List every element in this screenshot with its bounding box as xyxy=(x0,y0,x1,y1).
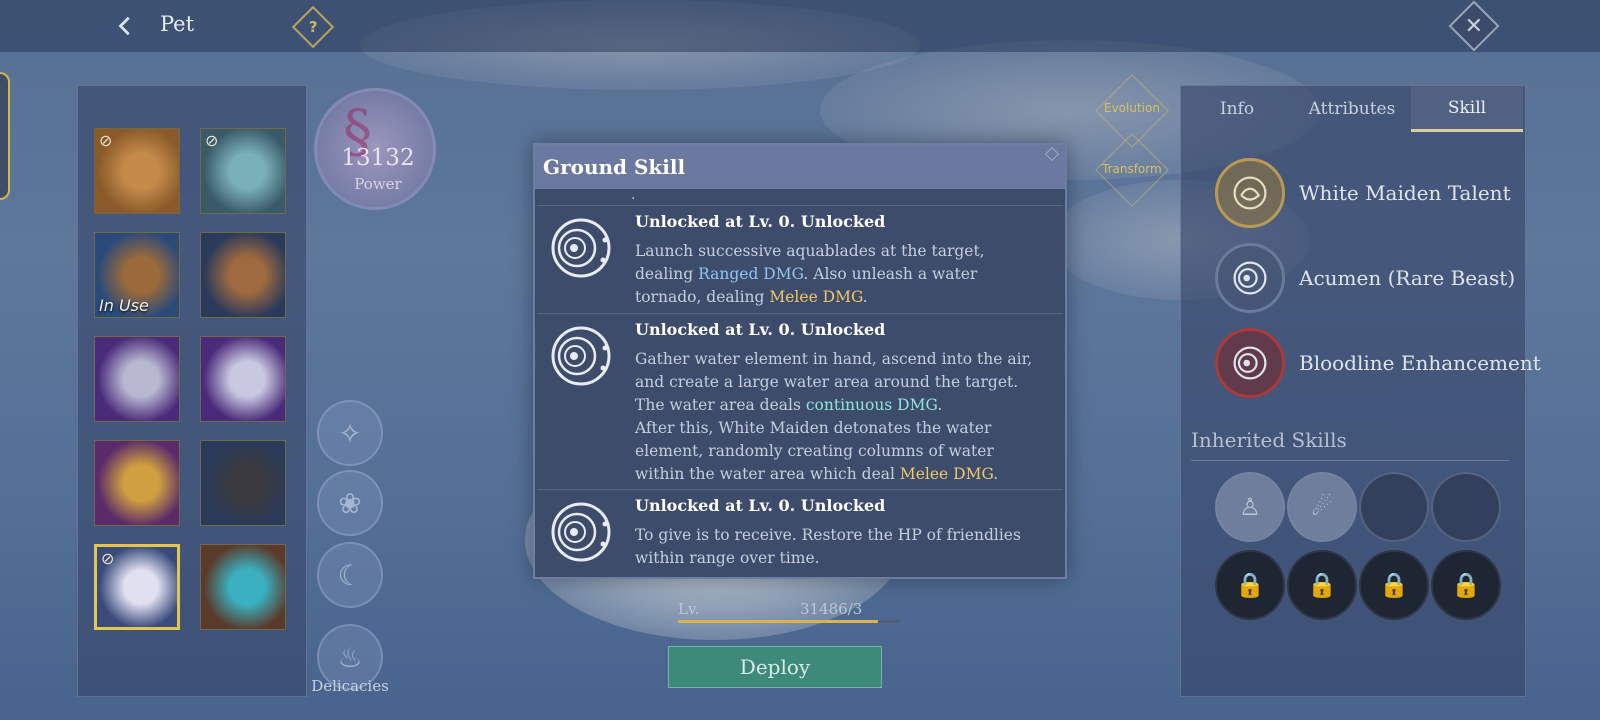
lock-icon[interactable]: 🔒 xyxy=(1359,550,1429,620)
back-button[interactable] xyxy=(110,10,142,42)
lock-icon[interactable]: 🔒 xyxy=(1287,550,1357,620)
skill-description: Gather water element in hand, ascend int… xyxy=(635,348,1047,486)
power-label: Power xyxy=(354,175,402,193)
power-emblem: § 13132 Power xyxy=(314,88,436,210)
pet-slot-horse[interactable]: In Use xyxy=(94,232,180,318)
page-title: Pet xyxy=(160,12,195,36)
pet-slot-water-dragon[interactable] xyxy=(200,544,286,630)
level-bar xyxy=(678,620,900,623)
pet-slot-ghost-fish[interactable] xyxy=(200,336,286,422)
lion-head-icon xyxy=(1215,158,1285,228)
skill-entry: Unlocked at Lv. 0. Unlocked Launch succes… xyxy=(537,205,1063,313)
help-button[interactable]: ? xyxy=(291,5,335,49)
pet-slot-lion[interactable]: ⊘ xyxy=(94,128,180,214)
damage-keyword: continuous DMG xyxy=(805,396,938,414)
damage-keyword: Melee DMG xyxy=(899,465,994,483)
lock-icon: ⊘ xyxy=(101,549,115,568)
pet-slot-white-maiden[interactable]: ⊘ xyxy=(94,544,180,630)
tab-info[interactable]: Info xyxy=(1181,86,1293,132)
pet-slot-white-wolf[interactable] xyxy=(94,336,180,422)
lock-icon[interactable]: 🔒 xyxy=(1431,550,1501,620)
pet-portrait xyxy=(201,545,285,629)
lock-icon[interactable]: 🔒 xyxy=(1215,550,1285,620)
damage-keyword: Ranged DMG xyxy=(698,265,804,283)
pet-portrait xyxy=(95,441,179,525)
tab-skill[interactable]: Skill xyxy=(1411,86,1523,132)
crescent-moon-icon xyxy=(551,326,611,386)
transform-label: Transform xyxy=(1102,162,1162,176)
wolf-skill-icon[interactable]: ❀ xyxy=(317,470,383,536)
claw-swirl-icon[interactable]: ☄ xyxy=(1287,472,1357,542)
pet-portrait xyxy=(201,337,285,421)
modal-title: Ground Skill xyxy=(543,155,686,179)
skill-unlock-status: Unlocked at Lv. 0. Unlocked xyxy=(635,320,886,339)
fox-skill-icon[interactable]: ✧ xyxy=(317,400,383,466)
skill-unlock-status: Unlocked at Lv. 0. Unlocked xyxy=(635,496,886,515)
modal-header: Ground Skill xyxy=(535,145,1065,189)
skill-description: Launch successive aquablades at the targ… xyxy=(635,240,1047,309)
pet-slot-sea-dragon[interactable]: ⊘ xyxy=(200,128,286,214)
deploy-button[interactable]: Deploy xyxy=(668,646,882,688)
crescent-moon-icon xyxy=(1215,328,1285,398)
crescent-moon-icon xyxy=(1215,243,1285,313)
in-use-label: In Use xyxy=(99,296,149,315)
tab-attributes[interactable]: Attributes xyxy=(1293,86,1411,132)
power-value: 13132 xyxy=(341,145,415,171)
description-text: . xyxy=(937,396,943,414)
skill-description: To give is to receive. Restore the HP of… xyxy=(635,524,1047,570)
description-text: . xyxy=(993,465,999,483)
pet-slot-golden-dragon[interactable] xyxy=(94,440,180,526)
damage-keyword: Melee DMG xyxy=(769,288,863,306)
pet-slot-rock-beast[interactable] xyxy=(200,232,286,318)
chevron-left-icon xyxy=(118,16,130,36)
level-bar-fill xyxy=(678,620,878,623)
talent-label: White Maiden Talent xyxy=(1299,181,1511,205)
description-text: To give is to receive. Restore the HP of… xyxy=(635,526,1021,567)
talent-row[interactable]: Acumen (Rare Beast) xyxy=(1215,243,1515,313)
lock-icon: ⊘ xyxy=(99,131,113,150)
close-button[interactable]: ✕ xyxy=(1448,0,1500,52)
divider xyxy=(1191,460,1509,461)
crescent-moon-icon xyxy=(551,218,611,278)
crescent-moon-icon xyxy=(551,502,611,562)
close-icon: ✕ xyxy=(1464,13,1484,39)
level-text: Lv. xyxy=(678,600,700,618)
lock-icon: ⊘ xyxy=(205,131,219,150)
description-text: . xyxy=(862,288,868,306)
pet-portrait xyxy=(201,441,285,525)
delicacies-label: Delicacies xyxy=(311,677,389,695)
corner-ornament-icon xyxy=(1044,146,1060,162)
talent-label: Bloodline Enhancement xyxy=(1299,351,1541,375)
pet-portrait xyxy=(201,233,285,317)
question-icon: ? xyxy=(308,17,318,36)
pet-slot-black-wolf[interactable] xyxy=(200,440,286,526)
fish-skill-icon[interactable]: ☾ xyxy=(317,542,383,608)
level-row: Lv. 31486/3 xyxy=(640,598,900,624)
ground-skill-modal: Ground Skill . Unlocked at Lv. 0. Unlock… xyxy=(533,143,1067,579)
skill-unlock-status: Unlocked at Lv. 0. Unlocked xyxy=(635,212,886,231)
empty-skill-slot[interactable] xyxy=(1431,472,1501,542)
empty-skill-slot[interactable] xyxy=(1359,472,1429,542)
inherited-skills-title: Inherited Skills xyxy=(1191,428,1347,452)
pet-detail-panel: Info Attributes Skill White Maiden Talen… xyxy=(1180,85,1541,697)
pet-portrait xyxy=(95,337,179,421)
top-bar: Pet ? ✕ xyxy=(0,0,1600,52)
pet-list-panel: ⊘ ⊘ In Use ⊘ xyxy=(77,85,307,697)
hp-text: 31486/3 xyxy=(800,600,863,618)
body-silhouette-icon[interactable]: ♙ xyxy=(1215,472,1285,542)
talent-row[interactable]: Bloodline Enhancement xyxy=(1215,328,1541,398)
skill-entry: Unlocked at Lv. 0. Unlocked Gather water … xyxy=(537,313,1063,489)
talent-row[interactable]: White Maiden Talent xyxy=(1215,158,1511,228)
skill-entry: Unlocked at Lv. 0. Unlocked To give is to… xyxy=(537,489,1063,579)
talent-label: Acumen (Rare Beast) xyxy=(1299,266,1516,290)
modal-dot: . xyxy=(631,187,636,203)
evolution-label: Evolution xyxy=(1104,101,1160,115)
side-tab-handle[interactable] xyxy=(0,72,10,200)
